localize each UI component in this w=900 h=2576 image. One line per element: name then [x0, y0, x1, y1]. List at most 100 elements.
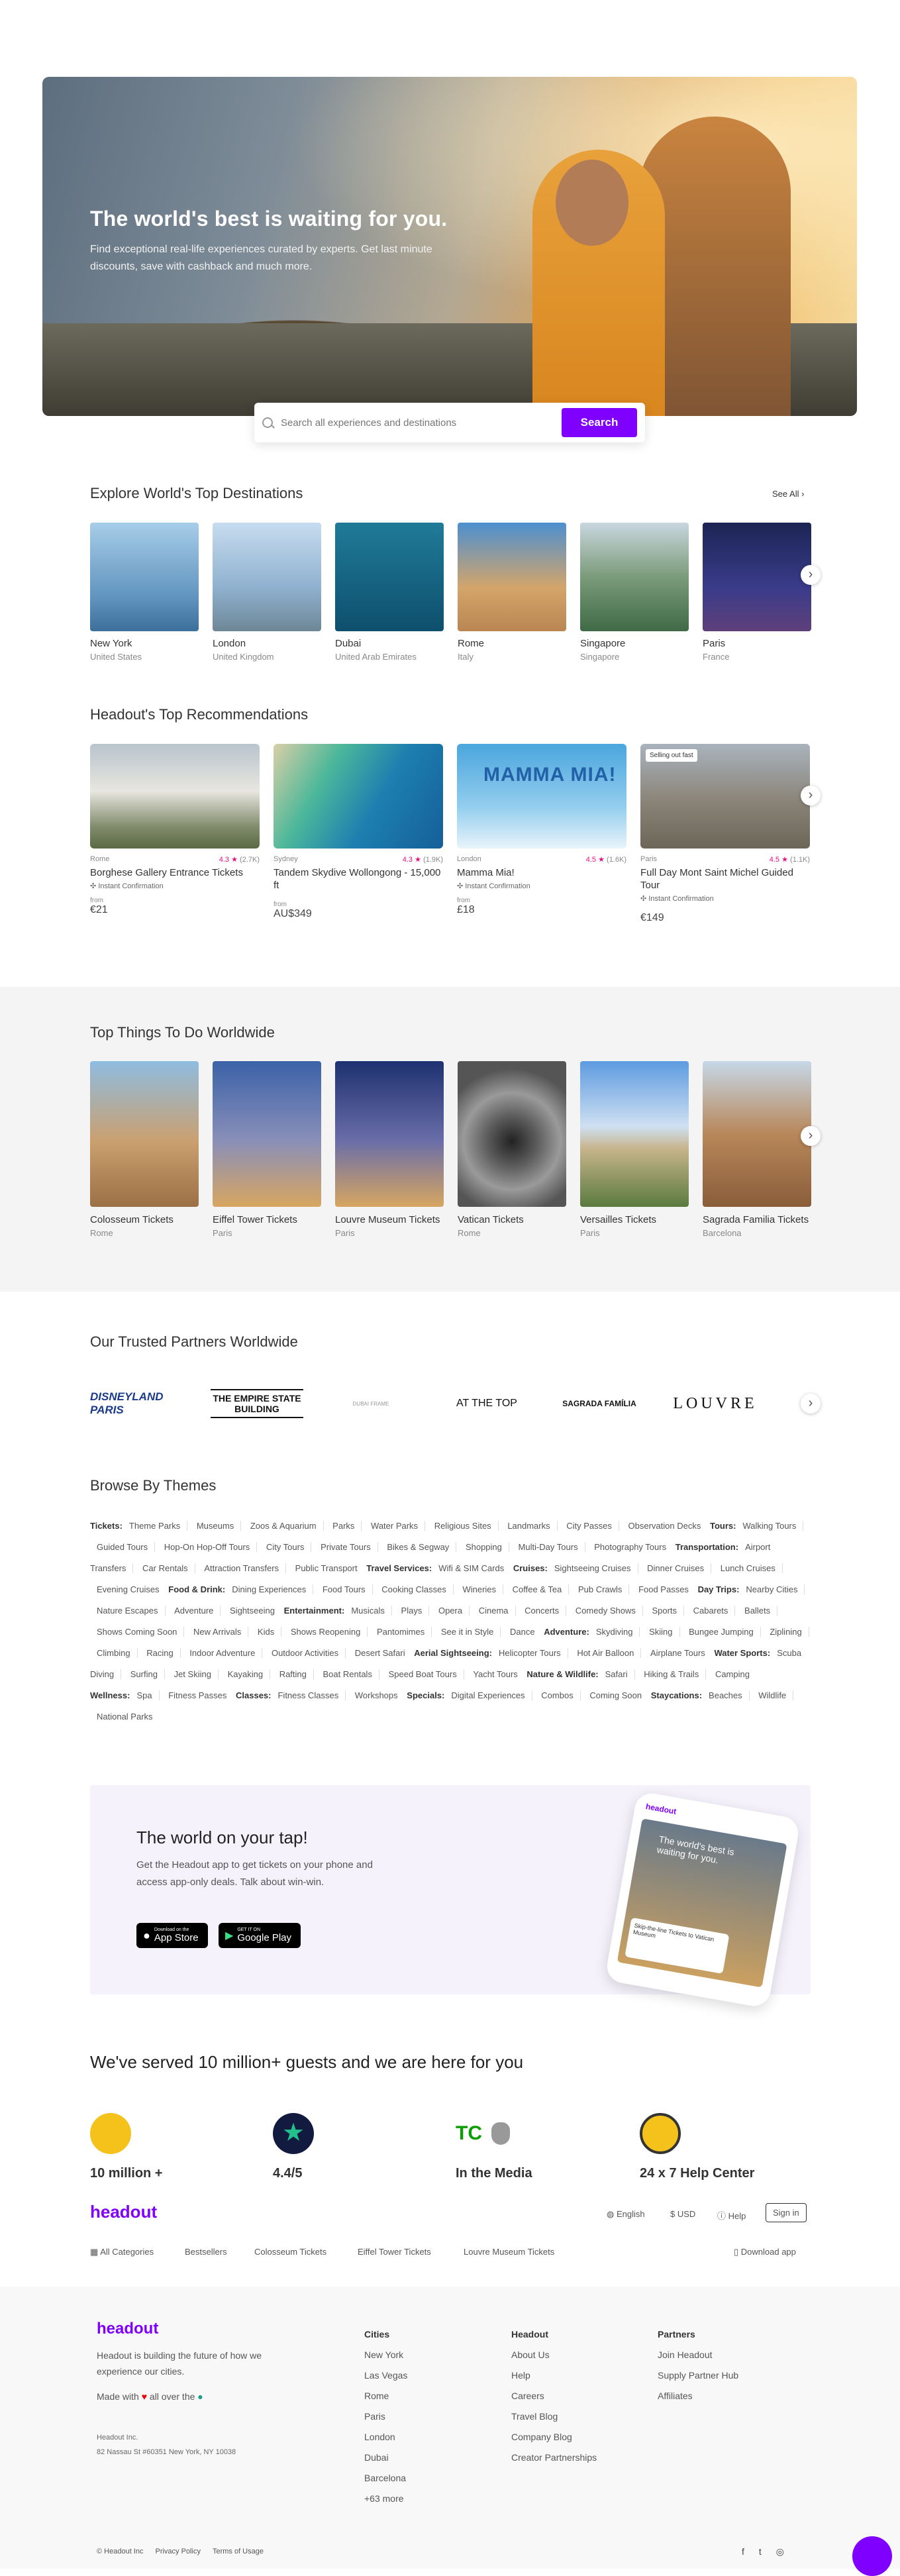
attraction-card[interactable]: Colosseum Tickets Rome — [90, 1061, 199, 1238]
theme-link[interactable]: Dining Experiences — [225, 1584, 314, 1594]
app-store-button[interactable]: ● Download on the App Store — [136, 1923, 208, 1948]
theme-link[interactable]: Sightseeing — [223, 1606, 281, 1616]
theme-link[interactable]: Observation Decks — [622, 1521, 708, 1531]
attraction-card[interactable]: Eiffel Tower Tickets Paris — [213, 1061, 321, 1238]
theme-link[interactable]: Ziplining — [763, 1627, 809, 1637]
theme-link[interactable]: Guided Tours — [90, 1542, 156, 1552]
theme-link[interactable]: Cooking Classes — [375, 1584, 454, 1594]
theme-link[interactable]: Spa — [130, 1690, 160, 1700]
theme-link[interactable]: Attraction Transfers — [197, 1563, 287, 1573]
theme-link[interactable]: Kayaking — [221, 1669, 271, 1679]
theme-link[interactable]: City Tours — [259, 1542, 312, 1552]
theme-link[interactable]: Surfing — [123, 1669, 165, 1679]
help-link[interactable]: ⓘ Help — [717, 2209, 746, 2222]
theme-link[interactable]: Comedy Shows — [568, 1606, 643, 1616]
theme-link[interactable]: Photography Tours — [587, 1542, 673, 1552]
theme-link[interactable]: Wifi & SIM Cards — [432, 1563, 511, 1573]
theme-link[interactable]: Evening Cruises — [90, 1584, 166, 1594]
theme-link[interactable]: Skiing — [642, 1627, 680, 1637]
theme-link[interactable]: Dinner Cruises — [640, 1563, 712, 1573]
theme-link[interactable]: Airplane Tours — [644, 1648, 712, 1658]
download-app-link[interactable]: ▯ Download app — [734, 2247, 796, 2257]
theme-link[interactable]: Boat Rentals — [316, 1669, 379, 1679]
chat-icon[interactable] — [852, 2536, 892, 2576]
theme-link[interactable]: Hiking & Trails — [637, 1669, 707, 1679]
footer-logo[interactable]: headout — [97, 2320, 158, 2338]
theme-link[interactable]: Bikes & Segway — [380, 1542, 457, 1552]
theme-link[interactable]: Cabarets — [686, 1606, 736, 1616]
destination-card[interactable]: New York United States — [90, 523, 199, 662]
theme-link[interactable]: Hot Air Balloon — [570, 1648, 642, 1658]
theme-link[interactable]: Coming Soon — [583, 1690, 648, 1700]
theme-link[interactable]: Camping — [709, 1669, 756, 1679]
facebook-icon[interactable]: f — [742, 2546, 744, 2557]
attraction-card[interactable]: Sagrada Familia Tickets Barcelona — [703, 1061, 811, 1238]
theme-link[interactable]: Climbing — [90, 1648, 138, 1658]
theme-link[interactable]: Car Rentals — [136, 1563, 195, 1573]
nav-link[interactable]: Colosseum Tickets — [254, 2247, 326, 2257]
all-categories-link[interactable]: ▦ All Categories — [90, 2247, 154, 2257]
theme-link[interactable]: Wineries — [456, 1584, 504, 1594]
theme-link[interactable]: Food Tours — [315, 1584, 373, 1594]
google-play-button[interactable]: ▶ GET IT ON Google Play — [219, 1923, 301, 1948]
attraction-card[interactable]: Vatican Tickets Rome — [458, 1061, 566, 1238]
theme-link[interactable]: Rafting — [272, 1669, 314, 1679]
theme-link[interactable]: Lunch Cruises — [713, 1563, 783, 1573]
destination-card[interactable]: Rome Italy — [458, 523, 566, 662]
theme-link[interactable]: Pub Crawls — [571, 1584, 630, 1594]
theme-link[interactable]: Private Tours — [314, 1542, 378, 1552]
language-selector[interactable]: ◍ English — [607, 2209, 645, 2220]
theme-link[interactable]: Water Parks — [364, 1521, 426, 1531]
theme-link[interactable]: Indoor Adventure — [183, 1648, 263, 1658]
search-button[interactable]: Search — [562, 408, 637, 437]
theme-link[interactable]: Skydiving — [589, 1627, 640, 1637]
destination-card[interactable]: London United Kingdom — [213, 523, 321, 662]
theme-link[interactable]: Safari — [598, 1669, 635, 1679]
theme-link[interactable]: New Arrivals — [187, 1627, 249, 1637]
attraction-card[interactable]: Louvre Museum Tickets Paris — [335, 1061, 444, 1238]
destination-card[interactable]: Singapore Singapore — [580, 523, 689, 662]
theme-link[interactable]: Kids — [250, 1627, 282, 1637]
theme-link[interactable]: Racing — [140, 1648, 181, 1658]
theme-link[interactable]: Musicals — [344, 1606, 392, 1616]
theme-link[interactable]: Public Transport — [289, 1563, 364, 1573]
theme-link[interactable]: Sports — [645, 1606, 685, 1616]
theme-link[interactable]: Cinema — [472, 1606, 516, 1616]
theme-link[interactable]: Shows Coming Soon — [90, 1627, 185, 1637]
instagram-icon[interactable]: ◎ — [776, 2546, 784, 2557]
next-arrow-icon[interactable]: › — [801, 1126, 821, 1146]
next-arrow-icon[interactable]: › — [801, 786, 821, 805]
theme-link[interactable]: Bungee Jumping — [682, 1627, 761, 1637]
theme-link[interactable]: City Passes — [560, 1521, 619, 1531]
next-arrow-icon[interactable]: › — [801, 565, 821, 585]
theme-link[interactable]: Landmarks — [501, 1521, 558, 1531]
currency-selector[interactable]: $ USD — [670, 2209, 695, 2219]
theme-link[interactable]: Walking Tours — [736, 1521, 804, 1531]
theme-link[interactable]: Ballets — [738, 1606, 778, 1616]
theme-link[interactable]: Opera — [431, 1606, 470, 1616]
experience-card[interactable]: Rome 4.3 ★ (2.7K) Borghese Gallery Entran… — [90, 744, 260, 916]
theme-link[interactable]: Outdoor Activities — [264, 1648, 346, 1658]
experience-card[interactable]: Sydney 4.3 ★ (1.9K) Tandem Skydive Wollon… — [274, 744, 443, 920]
theme-link[interactable]: Pantomimes — [370, 1627, 432, 1637]
theme-link[interactable]: Desert Safari — [348, 1648, 412, 1658]
theme-link[interactable]: Museums — [189, 1521, 242, 1531]
theme-link[interactable]: Shopping — [458, 1542, 509, 1552]
theme-link[interactable]: Digital Experiences — [444, 1690, 532, 1700]
theme-link[interactable]: Plays — [394, 1606, 430, 1616]
theme-link[interactable]: Yacht Tours — [466, 1669, 524, 1679]
theme-link[interactable]: Jet Skiing — [167, 1669, 219, 1679]
theme-link[interactable]: See it in Style — [434, 1627, 501, 1637]
theme-link[interactable]: National Parks — [90, 1712, 160, 1722]
theme-link[interactable]: Theme Parks — [122, 1521, 188, 1531]
destination-card[interactable]: Paris France — [703, 523, 811, 662]
theme-link[interactable]: Food Passes — [632, 1584, 695, 1594]
theme-link[interactable]: Speed Boat Tours — [381, 1669, 464, 1679]
theme-link[interactable]: Combos — [534, 1690, 581, 1700]
experience-card[interactable]: MAMMA MIA! London 4.5 ★ (1.6K) Mamma Mia!… — [457, 744, 626, 916]
theme-link[interactable]: Nearby Cities — [739, 1584, 805, 1594]
nav-link[interactable]: Louvre Museum Tickets — [464, 2247, 554, 2257]
next-arrow-icon[interactable]: › — [801, 1394, 821, 1414]
experience-card[interactable]: Selling out fast Paris 4.5 ★ (1.1K) Full … — [640, 744, 810, 924]
theme-link[interactable]: Sightseeing Cruises — [547, 1563, 638, 1573]
